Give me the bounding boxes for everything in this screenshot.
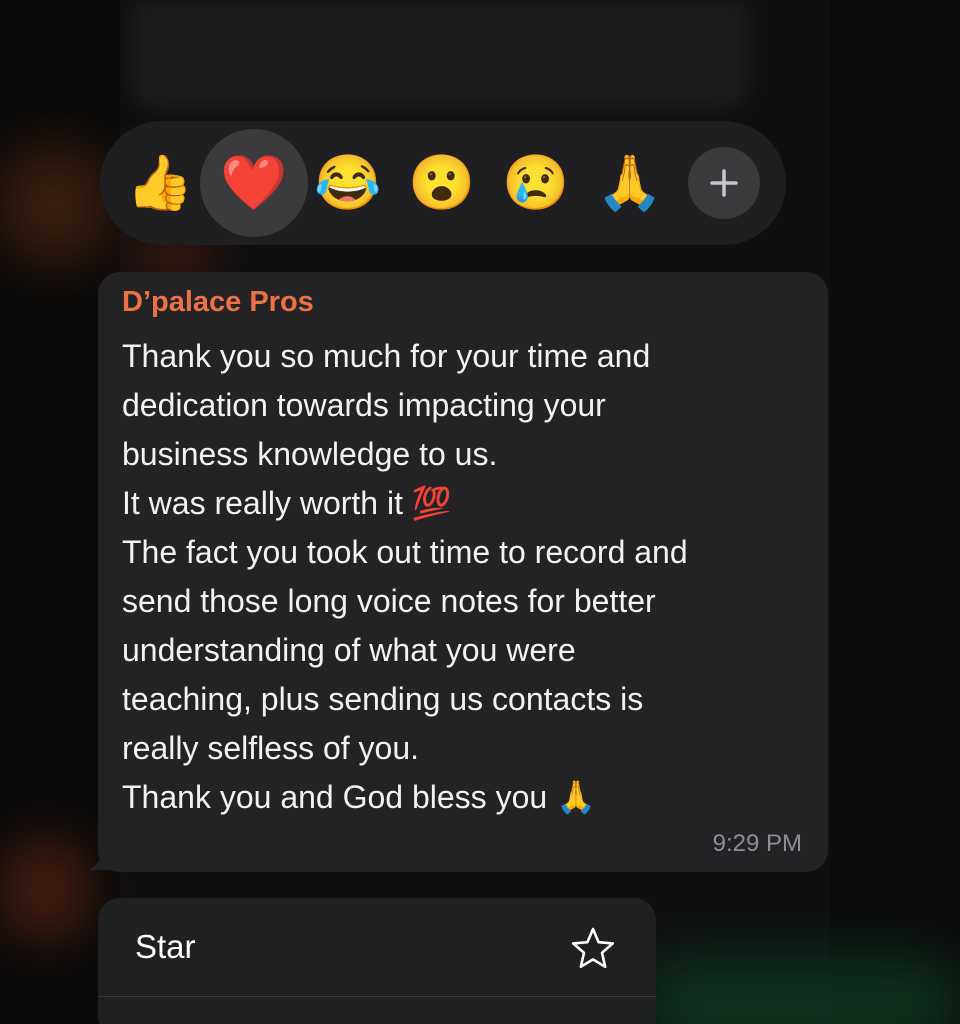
message-line: The fact you took out time to record and (122, 534, 688, 570)
message-line: It was really worth it 💯 (122, 485, 452, 521)
message-line: Thank you so much for your time and (122, 338, 651, 374)
message-line: dedication towards impacting your (122, 387, 606, 423)
message-text: Thank you so much for your time and dedi… (122, 332, 812, 822)
surprised-face-icon: 😮 (408, 153, 476, 213)
reaction-red-heart[interactable]: ❤️ (200, 129, 308, 237)
sender-name[interactable]: D’palace Pros (122, 286, 314, 319)
add-reaction-button[interactable] (688, 147, 760, 219)
thumbs-up-icon: 👍 (126, 153, 194, 213)
blurred-previous-message (130, 0, 750, 110)
reaction-folded-hands[interactable]: 🙏 (590, 143, 670, 223)
blurred-avatar (0, 840, 90, 940)
crying-face-icon: 😢 (502, 153, 570, 213)
reaction-tears-of-joy[interactable]: 😂 (308, 143, 388, 223)
star-menu-item[interactable]: Star (98, 898, 656, 998)
background-right (830, 0, 960, 1024)
star-label: Star (135, 928, 196, 965)
message-bubble[interactable]: D’palace Pros Thank you so much for your… (98, 272, 828, 872)
reaction-bar: 👍 ❤️ 😂 😮 😢 🙏 (100, 121, 786, 245)
message-context-menu: Star (98, 898, 656, 1024)
message-line: Thank you and God bless you 🙏 (122, 779, 596, 815)
message-line: send those long voice notes for better (122, 583, 656, 619)
reaction-thumbs-up[interactable]: 👍 (120, 143, 200, 223)
plus-icon (710, 169, 738, 197)
folded-hands-icon: 🙏 (596, 153, 664, 213)
reaction-open-mouth[interactable]: 😮 (402, 143, 482, 223)
blurred-outgoing-message (640, 960, 960, 1024)
menu-divider (98, 996, 656, 997)
message-line: business knowledge to us. (122, 436, 498, 472)
message-line: teaching, plus sending us contacts is (122, 681, 644, 717)
message-line: understanding of what you were (122, 632, 576, 668)
reaction-crying-face[interactable]: 😢 (496, 143, 576, 223)
laughing-face-icon: 😂 (314, 153, 382, 213)
message-line: really selfless of you. (122, 730, 420, 766)
message-timestamp: 9:29 PM (712, 830, 802, 857)
heart-icon: ❤️ (220, 153, 288, 213)
blurred-avatar (0, 150, 110, 260)
star-icon (571, 927, 615, 969)
